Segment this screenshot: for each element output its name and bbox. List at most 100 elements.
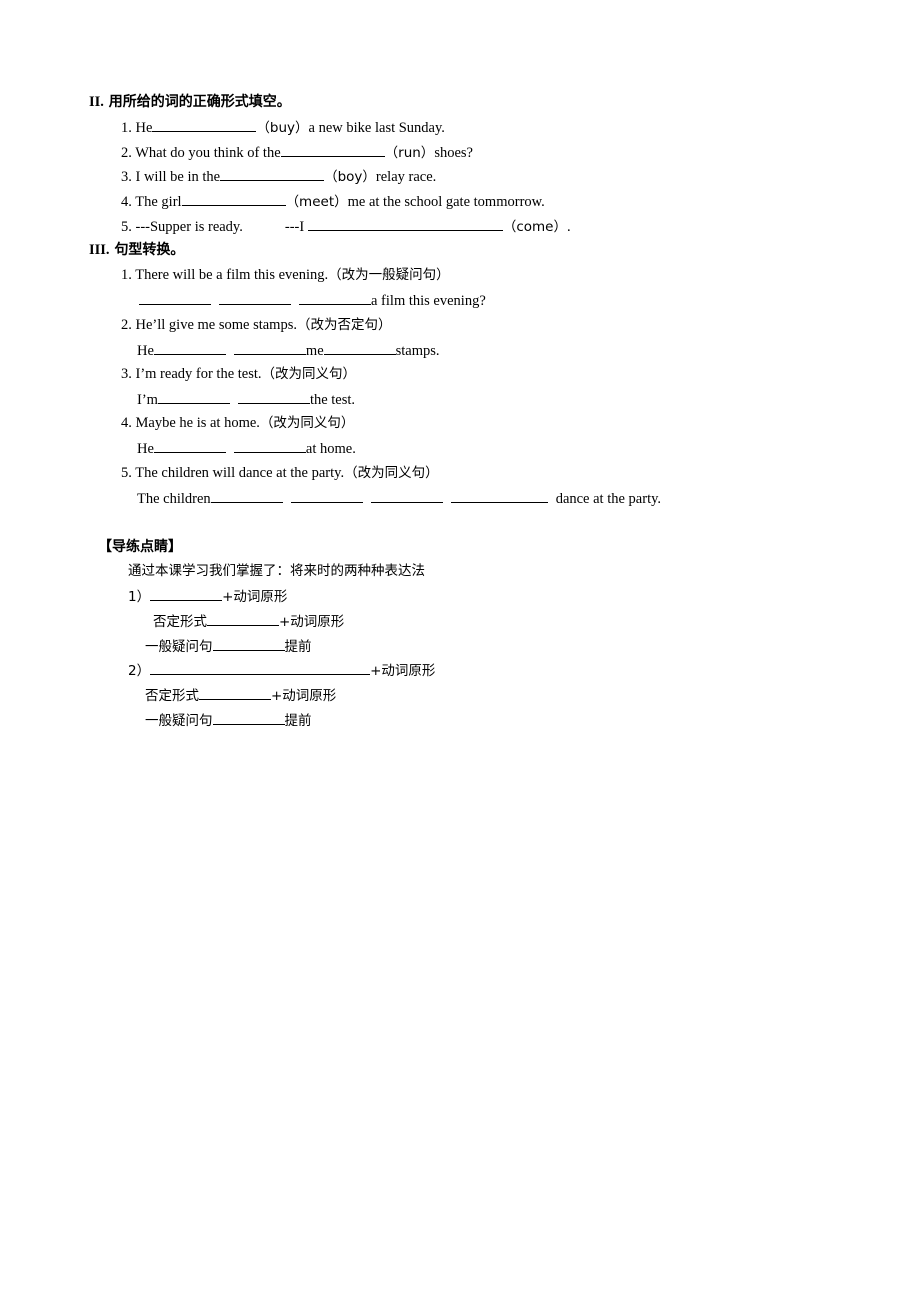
item-sentence: He’ll give me some stamps. [135,317,297,333]
form-suffix: +动词原形 [279,614,345,630]
item-number: 5. [121,465,132,481]
answer-text: me [305,343,324,359]
exercise-item: 2. What do you think of the （run）shoes? [121,143,473,162]
answer-blank[interactable] [181,192,286,206]
word-hint: （boy） [324,169,376,185]
item-sentence: There will be a film this evening. [135,267,329,283]
item-instruction: （改为同义句） [344,465,439,481]
form-1-question: 一般疑问句 提前 [145,637,312,656]
answer-blank[interactable] [299,291,371,305]
item-text: He [135,120,153,136]
word-hint: （run） [384,145,435,161]
word-hint: （come） [502,219,567,235]
answer-blank[interactable] [280,143,385,157]
answer-blank[interactable] [290,489,363,503]
answer-blank[interactable] [153,439,226,453]
answer-line: He at home. [137,439,356,458]
form-label: 1） [128,589,151,605]
answer-text: The children [137,491,211,507]
answer-line: a film this evening? [139,291,486,310]
exercise-item: 4. Maybe he is at home.（改为同义句） [121,414,354,432]
answer-line: The children dance at the party. [137,489,661,508]
section-title-text: 用所给的词的正确形式填空。 [108,94,291,110]
item-text: . [566,219,571,235]
section-title-text: 句型转换。 [114,242,185,258]
answer-blank[interactable] [450,489,548,503]
item-text: ---I [284,219,305,235]
item-instruction: （改为同义句） [261,366,357,382]
word-hint: （buy） [256,120,309,136]
form-1-line: 1） +动词原形 [128,587,287,606]
form-suffix: +动词原形 [222,589,288,605]
answer-text: at home. [305,441,356,457]
item-text: a new bike last Sunday. [308,120,445,136]
exercise-item: 5. ---Supper is ready. ---I （come）. [121,217,571,236]
answer-text: I’m [137,392,158,408]
form-suffix: 提前 [284,713,312,729]
exercise-item: 1. There will be a film this evening.（改为… [121,266,450,284]
answer-blank[interactable] [207,612,279,626]
item-text: shoes? [434,145,473,161]
item-number: 2. [121,317,132,333]
answer-blank[interactable] [212,711,285,725]
item-sentence: The children will dance at the party. [135,465,345,481]
form-suffix: 提前 [284,639,312,655]
exercise-item: 1. He （buy）a new bike last Sunday. [121,118,445,137]
answer-blank[interactable] [153,341,226,355]
guide-title: 【导练点睛】 [98,539,182,555]
form-label: 一般疑问句 [145,639,213,655]
answer-text: the test. [309,392,356,408]
answer-text: He [137,441,154,457]
exercise-item: 2. He’ll give me some stamps.（改为否定句） [121,316,391,334]
item-sentence: I’m ready for the test. [135,366,262,382]
answer-blank[interactable] [237,390,310,404]
answer-blank[interactable] [233,439,306,453]
answer-text: a film this evening? [371,293,486,309]
answer-blank[interactable] [210,489,283,503]
answer-blank[interactable] [157,390,230,404]
form-label: 一般疑问句 [145,713,213,729]
word-hint: （meet） [285,194,348,210]
answer-blank[interactable] [139,291,211,305]
answer-blank[interactable] [220,167,325,181]
answer-text: dance at the party. [555,491,662,507]
answer-line: I’m the test. [137,390,355,409]
answer-text: stamps. [395,343,440,359]
answer-blank[interactable] [323,341,396,355]
item-number: 3. [121,366,132,382]
answer-blank[interactable] [307,217,503,231]
item-instruction: （改为否定句） [296,317,392,333]
answer-blank[interactable] [233,341,306,355]
form-label: 否定形式 [145,688,199,704]
form-2-question: 一般疑问句 提前 [145,711,312,730]
answer-blank[interactable] [150,661,371,675]
item-number: 1. [121,120,132,136]
guide-intro: 通过本课学习我们掌握了：将来时的两种种表达法 [128,563,425,579]
answer-blank[interactable] [152,118,257,132]
item-number: 2. [121,145,132,161]
item-number: 4. [121,194,132,210]
item-text: me at the school gate tommorrow. [347,194,545,210]
item-text: relay race. [375,169,437,185]
section-number: II. [89,94,104,110]
form-label: 否定形式 [153,614,207,630]
form-suffix: +动词原形 [271,688,337,704]
answer-blank[interactable] [199,686,271,700]
form-suffix: +动词原形 [370,663,436,679]
item-sentence: Maybe he is at home. [135,415,260,431]
item-text: I will be in the [135,169,221,185]
item-number: 1. [121,267,132,283]
answer-blank[interactable] [219,291,291,305]
item-text: ---Supper is ready. [135,219,243,235]
form-1-negative: 否定形式 +动词原形 [153,612,344,631]
item-number: 3. [121,169,132,185]
answer-blank[interactable] [370,489,443,503]
answer-blank[interactable] [150,587,223,601]
answer-blank[interactable] [212,637,285,651]
section-number: III. [89,242,110,258]
exercise-item: 5. The children will dance at the party.… [121,464,439,482]
form-2-negative: 否定形式 +动词原形 [145,686,336,705]
exercise-item: 4. The girl （meet）me at the school gate t… [121,192,545,211]
item-text: What do you think of the [135,145,281,161]
item-instruction: （改为一般疑问句） [328,267,450,283]
